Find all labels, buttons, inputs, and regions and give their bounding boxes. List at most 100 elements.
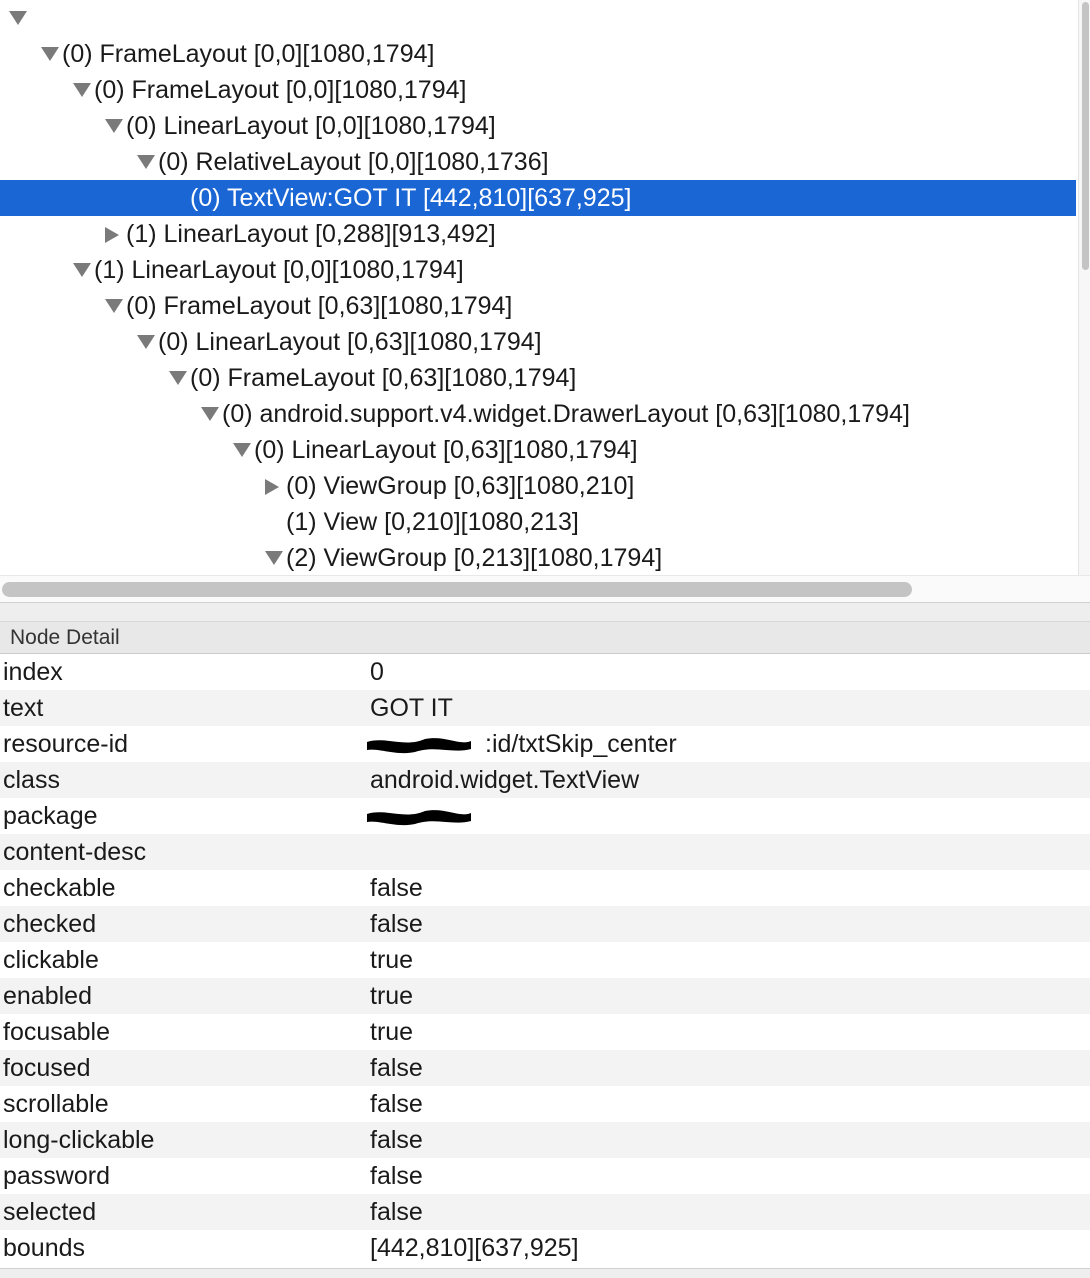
tree-node-label: (0) android.support.v4.widget.DrawerLayo…	[222, 400, 910, 428]
triangle-down-icon[interactable]	[136, 324, 156, 360]
tree-node-label: (0) FrameLayout [0,63][1080,1794]	[126, 292, 513, 320]
tree-node-label: (0) FrameLayout [0,0][1080,1794]	[94, 76, 467, 104]
detail-value[interactable]: false	[370, 1158, 423, 1194]
detail-key: enabled	[3, 982, 92, 1010]
pane-splitter[interactable]	[0, 602, 1090, 622]
tree-node[interactable]: (0) LinearLayout [0,0][1080,1794]	[0, 108, 1076, 144]
tree-node[interactable]: (0) RelativeLayout [0,0][1080,1736]	[0, 144, 1076, 180]
detail-row-bounds: bounds [442,810][637,925]	[0, 1230, 1090, 1266]
detail-row-clickable: clickable true	[0, 942, 1090, 978]
triangle-down-icon[interactable]	[264, 540, 284, 575]
triangle-down-icon[interactable]	[40, 36, 60, 72]
detail-key: clickable	[3, 946, 99, 974]
triangle-down-icon[interactable]	[104, 288, 124, 324]
detail-row-selected: selected false	[0, 1194, 1090, 1230]
detail-key: text	[3, 694, 44, 722]
tree-node[interactable]: (0) LinearLayout [0,63][1080,1794]	[0, 432, 1076, 468]
triangle-down-icon[interactable]	[8, 0, 28, 36]
tree-node-label: (0) ViewGroup [0,63][1080,210]	[286, 472, 635, 500]
detail-value[interactable]: false	[370, 906, 423, 942]
detail-key: content-desc	[3, 838, 147, 866]
detail-row-index: index 0	[0, 654, 1090, 690]
tree-node[interactable]: (0) FrameLayout [0,63][1080,1794]	[0, 360, 1076, 396]
detail-key: focusable	[3, 1018, 111, 1046]
detail-key: class	[3, 766, 60, 794]
detail-key: password	[3, 1162, 110, 1190]
triangle-down-icon[interactable]	[232, 432, 252, 468]
detail-row-enabled: enabled true	[0, 978, 1090, 1014]
detail-key: long-clickable	[3, 1126, 155, 1154]
detail-value[interactable]: 0	[370, 654, 384, 690]
horizontal-scrollbar[interactable]	[0, 575, 1090, 602]
detail-key: checked	[3, 910, 97, 938]
tree-node[interactable]: (2) ViewGroup [0,213][1080,1794]	[0, 540, 1076, 575]
detail-value[interactable]: false	[370, 1122, 423, 1158]
vertical-scrollbar-thumb[interactable]	[1082, 2, 1089, 270]
detail-value[interactable]: true	[370, 942, 413, 978]
tree-node[interactable]: (0) FrameLayout [0,0][1080,1794]	[0, 72, 1076, 108]
tree-node-label: (0) TextView:GOT IT [442,810][637,925]	[190, 184, 632, 212]
detail-value[interactable]: false	[370, 870, 423, 906]
tree-node-label: (0) RelativeLayout [0,0][1080,1736]	[158, 148, 549, 176]
detail-row-resource-id: resource-id :id/txtSkip_center	[0, 726, 1090, 762]
detail-key: package	[3, 802, 98, 830]
detail-row-content-desc: content-desc	[0, 834, 1090, 870]
detail-row-checked: checked false	[0, 906, 1090, 942]
triangle-down-icon[interactable]	[72, 252, 92, 288]
detail-value[interactable]: :id/txtSkip_center	[485, 726, 677, 762]
tree-node[interactable]: (0) FrameLayout [0,0][1080,1794]	[0, 36, 1076, 72]
triangle-right-icon[interactable]	[104, 216, 124, 252]
window-bottom-edge	[0, 1268, 1090, 1278]
detail-key: focused	[3, 1054, 91, 1082]
detail-value[interactable]: true	[370, 978, 413, 1014]
hierarchy-tree[interactable]: (0) FrameLayout [0,0][1080,1794] (0) Fram…	[0, 0, 1078, 575]
triangle-down-icon[interactable]	[200, 396, 220, 432]
detail-value[interactable]: GOT IT	[370, 690, 453, 726]
tree-node[interactable]: (0) ViewGroup [0,63][1080,210]	[0, 468, 1076, 504]
detail-key: resource-id	[3, 730, 129, 758]
detail-row-scrollable: scrollable false	[0, 1086, 1090, 1122]
tree-node[interactable]: (1) LinearLayout [0,288][913,492]	[0, 216, 1076, 252]
vertical-scrollbar[interactable]	[1078, 0, 1090, 575]
node-detail-header: Node Detail	[0, 622, 1090, 654]
tree-node-label: (2) ViewGroup [0,213][1080,1794]	[286, 544, 663, 572]
detail-row-password: password false	[0, 1158, 1090, 1194]
tree-node-label: (0) FrameLayout [0,0][1080,1794]	[62, 40, 435, 68]
tree-node[interactable]: (1) LinearLayout [0,0][1080,1794]	[0, 252, 1076, 288]
triangle-down-icon[interactable]	[104, 108, 124, 144]
detail-row-package: package	[0, 798, 1090, 834]
tree-node-label: (0) LinearLayout [0,0][1080,1794]	[126, 112, 496, 140]
tree-node-label: (1) LinearLayout [0,288][913,492]	[126, 220, 496, 248]
detail-value[interactable]: false	[370, 1086, 423, 1122]
detail-value[interactable]: true	[370, 1014, 413, 1050]
tree-node-label: (0) LinearLayout [0,63][1080,1794]	[158, 328, 542, 356]
detail-value[interactable]: android.widget.TextView	[370, 762, 639, 798]
tree-node-label: (1) LinearLayout [0,0][1080,1794]	[94, 256, 464, 284]
tree-node[interactable]: (0) android.support.v4.widget.DrawerLayo…	[0, 396, 1076, 432]
detail-row-text: text GOT IT	[0, 690, 1090, 726]
detail-value[interactable]: [442,810][637,925]	[370, 1230, 579, 1266]
tree-node-label: (0) LinearLayout [0,63][1080,1794]	[254, 436, 638, 464]
detail-row-focusable: focusable true	[0, 1014, 1090, 1050]
tree-node-selected[interactable]: (0) TextView:GOT IT [442,810][637,925]	[0, 180, 1076, 216]
detail-row-checkable: checkable false	[0, 870, 1090, 906]
tree-node[interactable]	[0, 0, 1076, 36]
triangle-right-icon[interactable]	[264, 468, 284, 504]
node-detail-title: Node Detail	[10, 626, 120, 649]
detail-key: selected	[3, 1198, 97, 1226]
triangle-down-icon[interactable]	[72, 72, 92, 108]
tree-node[interactable]: (0) FrameLayout [0,63][1080,1794]	[0, 288, 1076, 324]
triangle-down-icon[interactable]	[168, 360, 188, 396]
detail-key: index	[3, 658, 63, 686]
triangle-down-icon[interactable]	[136, 144, 156, 180]
detail-key: bounds	[3, 1234, 86, 1262]
uiautomator-viewer: (0) FrameLayout [0,0][1080,1794] (0) Fram…	[0, 0, 1090, 1278]
redaction-scribble	[365, 726, 475, 762]
horizontal-scrollbar-thumb[interactable]	[2, 582, 912, 597]
detail-value[interactable]: false	[370, 1194, 423, 1230]
detail-key: scrollable	[3, 1090, 109, 1118]
detail-value[interactable]: false	[370, 1050, 423, 1086]
tree-node[interactable]: (0) LinearLayout [0,63][1080,1794]	[0, 324, 1076, 360]
tree-node[interactable]: (1) View [0,210][1080,213]	[0, 504, 1076, 540]
detail-row-long-clickable: long-clickable false	[0, 1122, 1090, 1158]
